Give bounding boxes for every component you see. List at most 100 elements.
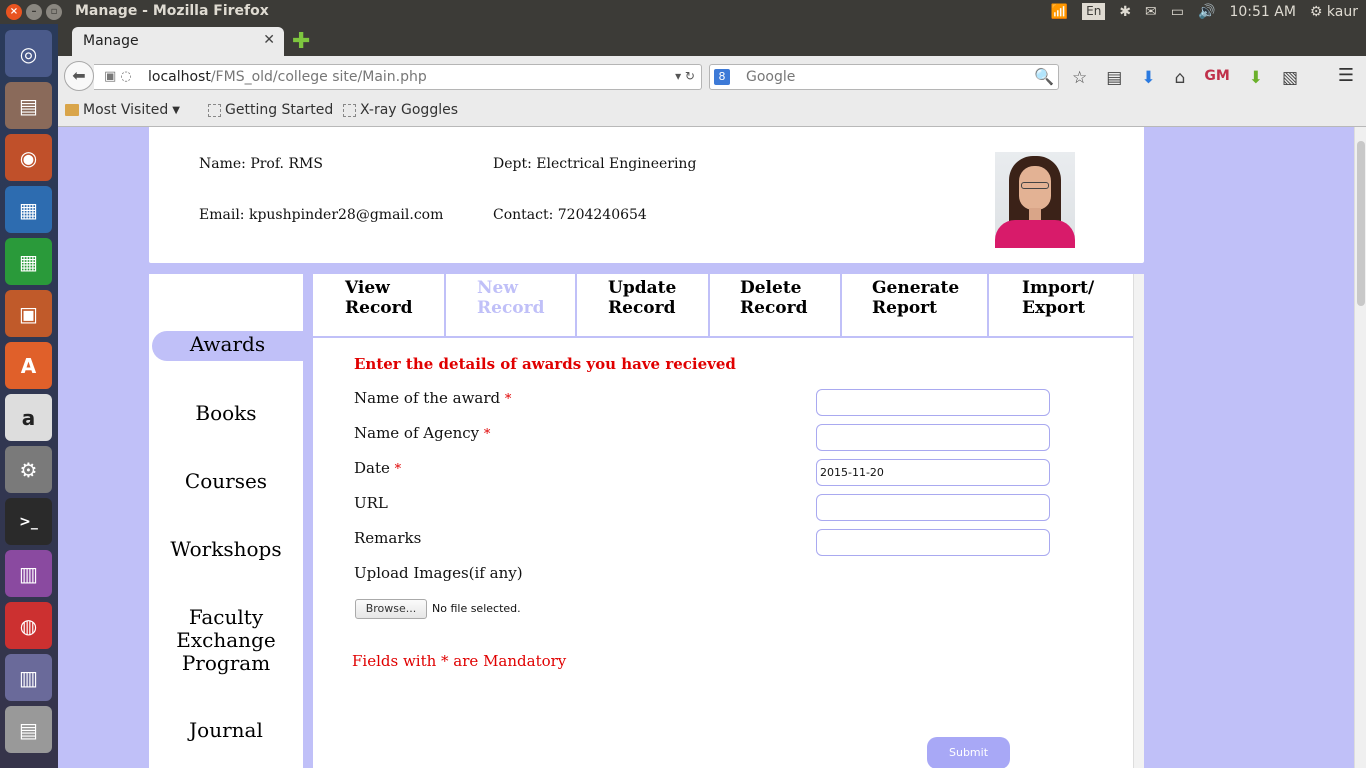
calc-icon[interactable]: ▦ [5,238,52,285]
profile-dept: Dept: Electrical Engineering [493,156,697,172]
submit-button[interactable]: Submit [927,737,1010,768]
url-bar[interactable]: ▣ ◌ localhost/FMS_old/college site/Main.… [94,64,702,90]
required-marker: * [394,462,402,477]
amazon-icon[interactable]: a [5,394,52,441]
wifi-icon[interactable]: 📶 [1051,4,1068,20]
sidebar-item-courses[interactable]: Courses [149,470,303,493]
browser-tab-title: Manage [83,33,139,49]
screenshot-icon[interactable]: ▧ [1282,68,1298,88]
remarks-input[interactable] [816,529,1050,556]
app-stack-icon-3[interactable]: ▤ [5,706,52,753]
user-name: kaur [1326,3,1358,20]
agency-name-label: Name of Agency * [354,424,491,442]
browser-chrome: Manage ✕ ✚ ▣ ◌ localhost/FMS_old/college… [58,24,1366,127]
page-icon [343,103,356,117]
profile-header: Name: Prof. RMS Dept: Electrical Enginee… [149,127,1144,263]
browse-button[interactable]: Browse... [355,599,427,619]
file-status: No file selected. [432,602,521,615]
window-controls: × – ▫ [6,4,62,20]
bluetooth-icon[interactable]: ✱ [1119,4,1131,20]
bookmark-label: Most Visited [83,102,169,118]
gm-extension-icon[interactable]: GM [1204,68,1229,88]
keyboard-layout-indicator[interactable]: En [1082,3,1106,20]
window-maximize-button[interactable]: ▫ [46,4,62,20]
browser-tab[interactable]: Manage ✕ [72,27,284,56]
tab-view-record[interactable]: View Record [345,278,412,318]
tab-update-record[interactable]: Update Record [608,278,676,318]
profile-email: Email: kpushpinder28@gmail.com [199,207,444,223]
url-host: localhost [148,69,211,85]
firefox-icon[interactable]: ◉ [5,134,52,181]
clock[interactable]: 10:51 AM [1229,4,1295,20]
tab-strip: Manage ✕ ✚ [58,24,1366,56]
bookmark-most-visited[interactable]: Most Visited ▼ [65,102,180,118]
files-icon[interactable]: ▤ [5,82,52,129]
mail-icon[interactable]: ✉ [1145,4,1157,20]
page-info-icon[interactable]: ▣ ◌ [104,69,132,84]
profile-contact: Contact: 7204240654 [493,207,647,223]
page-scrollbar[interactable] [1354,127,1366,768]
sidebar-item-journal[interactable]: Journal [149,719,303,742]
app-stack-icon-2[interactable]: ▥ [5,654,52,701]
browser-toolbar: ☆ ▤ ⬇ ⌂ GM ⬇ ▧ [1072,68,1298,88]
new-tab-icon[interactable]: ✚ [292,29,310,54]
chrome-icon[interactable]: ◍ [5,602,52,649]
bookmark-getting-started[interactable]: Getting Started [208,102,333,118]
url-path: /FMS_old/college site/Main.php [210,69,427,85]
upload-label: Upload Images(if any) [354,564,523,582]
chevron-down-icon: ▼ [172,104,180,116]
session-user[interactable]: ⚙ kaur [1310,4,1358,20]
sidebar-item-faculty-exchange[interactable]: Faculty Exchange Program [149,606,303,675]
search-bar[interactable]: 8 Google 🔍 [709,64,1059,90]
system-indicators: 📶 En ✱ ✉ ▭ 🔊 10:51 AM ⚙ kaur [1051,3,1358,20]
window-close-button[interactable]: × [6,4,22,20]
system-settings-icon[interactable]: ⚙ [5,446,52,493]
profile-photo [995,152,1075,248]
sidebar-item-books[interactable]: Books [149,402,303,425]
folder-icon [65,104,79,116]
window-minimize-button[interactable]: – [26,4,42,20]
tab-delete-record[interactable]: Delete Record [740,278,807,318]
main-panel-scrollbar[interactable] [1133,274,1144,768]
tab-new-record[interactable]: New Record [477,278,544,318]
gear-icon: ⚙ [1309,3,1323,20]
download-helper-icon[interactable]: ⬇ [1249,68,1263,88]
page-scrollbar-thumb[interactable] [1357,141,1365,306]
battery-icon[interactable]: ▭ [1171,4,1184,20]
dash-home-icon[interactable]: ◎ [5,30,52,77]
home-icon[interactable]: ⌂ [1175,68,1186,88]
app-stack-icon[interactable]: ▥ [5,550,52,597]
volume-icon[interactable]: 🔊 [1198,4,1215,20]
back-arrow-icon[interactable]: ⬅ [64,61,94,91]
software-center-icon[interactable]: A [5,342,52,389]
award-name-input[interactable] [816,389,1050,416]
profile-name: Name: Prof. RMS [199,156,323,172]
navigation-bar: ▣ ◌ localhost/FMS_old/college site/Main.… [58,56,1366,94]
google-engine-icon[interactable]: 8 [714,69,730,85]
tab-import-export[interactable]: Import/Export [1022,278,1094,318]
tab-generate-report[interactable]: Generate Report [872,278,959,318]
hamburger-menu-icon[interactable]: ☰ [1338,65,1354,86]
impress-icon[interactable]: ▣ [5,290,52,337]
date-label: Date * [354,459,402,477]
sidebar: Awards Books Courses Workshops Faculty E… [149,274,303,768]
close-icon[interactable]: ✕ [263,32,275,48]
system-top-panel: × – ▫ Manage - Mozilla Firefox 📶 En ✱ ✉ … [0,0,1366,24]
sidebar-item-workshops[interactable]: Workshops [149,538,303,561]
writer-icon[interactable]: ▦ [5,186,52,233]
agency-name-input[interactable] [816,424,1050,451]
url-input[interactable] [816,494,1050,521]
web-page: Name: Prof. RMS Dept: Electrical Enginee… [58,127,1354,768]
sidebar-item-awards[interactable]: Awards [152,331,303,361]
terminal-icon[interactable]: >_ [5,498,52,545]
required-marker: * [483,427,491,442]
bookmark-xray-goggles[interactable]: X-ray Goggles [343,102,458,118]
bookmark-star-icon[interactable]: ☆ [1072,68,1087,88]
search-icon[interactable]: 🔍 [1034,67,1054,86]
reading-list-icon[interactable]: ▤ [1106,68,1122,88]
page-icon [208,103,221,117]
reload-icon[interactable]: ▾ ↻ [675,69,695,83]
url-label: URL [354,494,388,512]
download-icon[interactable]: ⬇ [1141,68,1155,88]
date-input[interactable] [816,459,1050,486]
